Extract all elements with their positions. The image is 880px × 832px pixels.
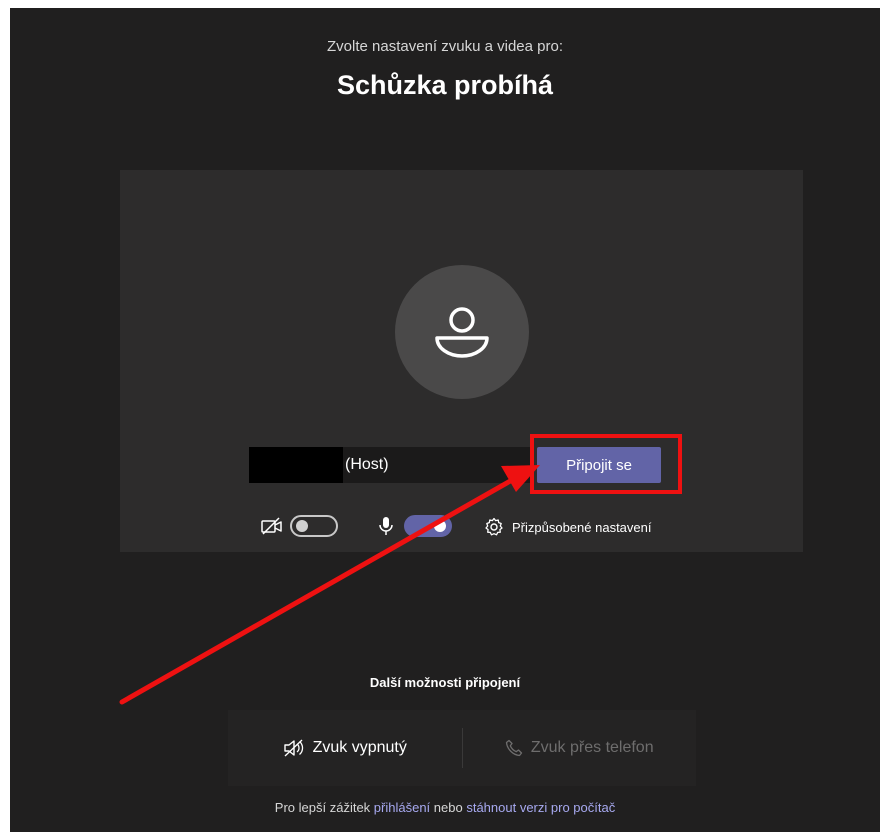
phone-audio-option[interactable]: Zvuk přes telefon bbox=[463, 728, 697, 768]
video-off-icon bbox=[261, 517, 282, 535]
download-desktop-link[interactable]: stáhnout verzi pro počítač bbox=[466, 800, 615, 815]
audio-off-label: Zvuk vypnutý bbox=[312, 739, 407, 756]
more-options-title: Další možnosti připojení bbox=[369, 675, 521, 690]
footer-or: nebo bbox=[433, 800, 463, 815]
footer-note: Pro lepší zážitek přihlášení nebo stáhno… bbox=[10, 800, 880, 815]
phone-audio-label: Zvuk přes telefon bbox=[530, 739, 654, 756]
mic-toggle-knob bbox=[434, 520, 446, 532]
video-preview-panel: (Host) Připojit se Přizpůsobené nastaven… bbox=[120, 170, 803, 552]
guest-suffix: (Host) bbox=[345, 456, 389, 473]
video-control bbox=[260, 515, 338, 537]
meeting-title: Schůzka probíhá bbox=[336, 70, 554, 100]
avatar bbox=[395, 265, 529, 399]
prejoin-subtitle: Zvolte nastavení zvuku a videa pro: bbox=[327, 38, 563, 55]
teams-prejoin-screen: Zvolte nastavení zvuku a videa pro: Schů… bbox=[10, 8, 880, 832]
phone-icon bbox=[505, 739, 523, 757]
redacted-name bbox=[249, 447, 343, 483]
avatar-person-icon bbox=[435, 307, 489, 358]
audio-off-option[interactable]: Zvuk vypnutý bbox=[228, 728, 462, 768]
login-link[interactable]: přihlášení bbox=[374, 800, 430, 815]
video-toggle-knob bbox=[296, 520, 308, 532]
custom-settings-link[interactable]: Přizpůsobené nastavení bbox=[484, 517, 651, 537]
join-button[interactable]: Připojit se bbox=[537, 447, 661, 483]
mic-toggle[interactable] bbox=[404, 515, 452, 537]
microphone-icon bbox=[379, 517, 393, 535]
video-toggle[interactable] bbox=[290, 515, 338, 537]
mic-control bbox=[378, 515, 452, 537]
display-name-field[interactable]: (Host) bbox=[249, 447, 531, 483]
footer-prefix: Pro lepší zážitek bbox=[274, 800, 371, 815]
speaker-off-icon bbox=[283, 739, 303, 757]
join-options-panel: Zvuk vypnutý Zvuk přes telefon bbox=[228, 710, 696, 786]
custom-settings-label: Přizpůsobené nastavení bbox=[512, 519, 652, 535]
device-controls: Přizpůsobené nastavení bbox=[120, 511, 803, 541]
gear-icon bbox=[485, 517, 503, 536]
